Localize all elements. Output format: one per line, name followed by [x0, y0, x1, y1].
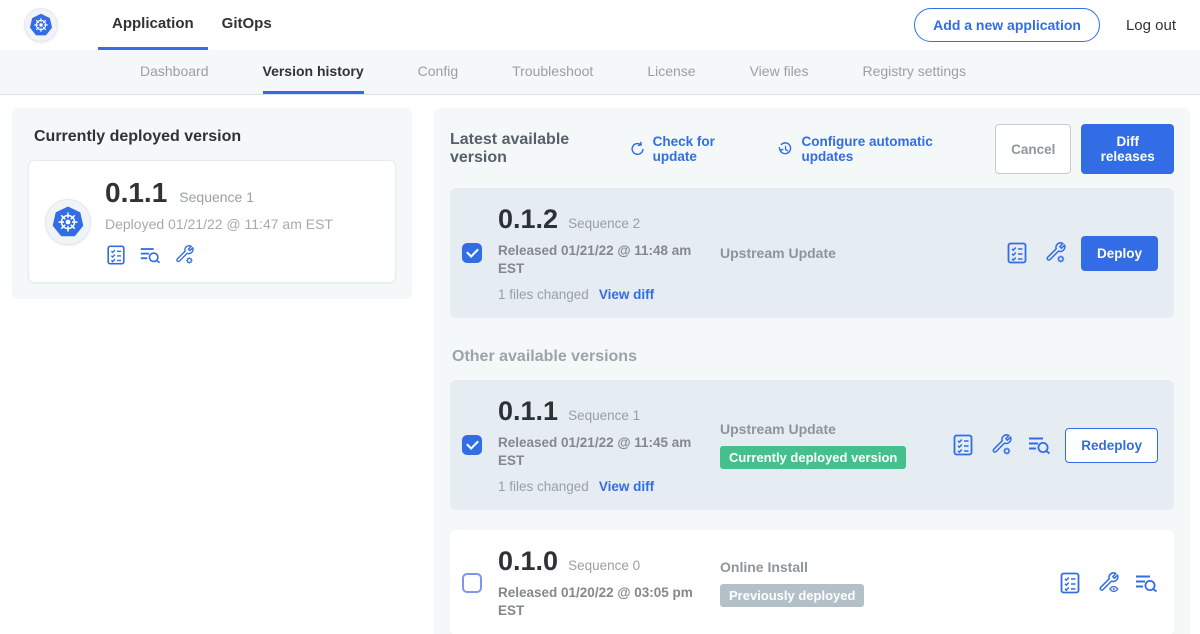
cancel-button[interactable]: Cancel: [995, 124, 1071, 174]
view-logs-icon[interactable]: [1027, 433, 1051, 457]
redeploy-button[interactable]: Redeploy: [1065, 428, 1158, 463]
logout-link[interactable]: Log out: [1126, 17, 1176, 34]
currently-deployed-badge: Currently deployed version: [720, 446, 906, 469]
subnav-item-dashboard[interactable]: Dashboard: [140, 50, 209, 94]
app-sub-nav: Dashboard Version history Config Trouble…: [0, 50, 1200, 95]
view-logs-icon[interactable]: [1134, 571, 1158, 595]
preflight-checklist-icon[interactable]: [105, 244, 127, 266]
other-available-versions-title: Other available versions: [452, 348, 1174, 366]
version-number: 0.1.2: [498, 204, 558, 235]
deployed-sequence: Sequence 1: [179, 189, 254, 205]
check-for-update-link[interactable]: Check for update: [629, 134, 752, 164]
preflight-checklist-icon[interactable]: [1005, 241, 1029, 265]
version-info: 0.1.1 Sequence 1 Released 01/21/22 @ 11:…: [498, 396, 710, 494]
previously-deployed-badge: Previously deployed: [720, 584, 864, 607]
version-released: Released 01/21/22 @ 11:48 am EST: [498, 242, 694, 277]
version-select-checkbox[interactable]: [462, 573, 482, 593]
primary-tabs: Application GitOps: [98, 0, 286, 50]
version-row-0-1-2: 0.1.2 Sequence 2 Released 01/21/22 @ 11:…: [450, 188, 1174, 318]
version-row-0-1-0: 0.1.0 Sequence 0 Released 01/20/22 @ 03:…: [450, 530, 1174, 634]
files-changed: 1 files changed: [498, 287, 589, 302]
deployed-version-body: 0.1.1 Sequence 1 Deployed 01/21/22 @ 11:…: [105, 177, 333, 266]
kubernetes-logo: [24, 8, 58, 42]
view-diff-link[interactable]: View diff: [599, 287, 654, 302]
nav-right: Add a new application Log out: [914, 0, 1176, 50]
latest-available-title: Latest available version: [450, 131, 613, 167]
subnav-item-config[interactable]: Config: [418, 50, 458, 94]
subnav-item-version-history[interactable]: Version history: [263, 50, 364, 94]
top-nav: Application GitOps Add a new application…: [0, 0, 1200, 50]
subnav-item-view-files[interactable]: View files: [750, 50, 809, 94]
currently-deployed-title: Currently deployed version: [34, 128, 390, 146]
subnav-item-registry-settings[interactable]: Registry settings: [862, 50, 965, 94]
deployed-timestamp: Deployed 01/21/22 @ 11:47 am EST: [105, 216, 333, 232]
edit-config-icon[interactable]: [989, 433, 1013, 457]
version-select-checkbox[interactable]: [462, 435, 482, 455]
available-versions-header: Latest available version Check for updat…: [450, 124, 1174, 174]
version-actions: [1058, 571, 1158, 595]
version-row-0-1-1: 0.1.1 Sequence 1 Released 01/21/22 @ 11:…: [450, 380, 1174, 510]
version-sequence: Sequence 0: [568, 558, 640, 573]
version-source: Online Install Previously deployed: [710, 559, 1058, 607]
version-sequence: Sequence 1: [568, 408, 640, 423]
check-for-update-label: Check for update: [653, 134, 752, 164]
version-actions: Redeploy: [951, 428, 1158, 463]
version-released: Released 01/20/22 @ 03:05 pm EST: [498, 584, 694, 619]
version-source: Upstream Update Currently deployed versi…: [710, 421, 951, 469]
configure-automatic-updates-label: Configure automatic updates: [801, 134, 969, 164]
configure-automatic-updates-link[interactable]: Configure automatic updates: [777, 134, 969, 164]
currently-deployed-panel: Currently deployed version 0.1.1 Sequenc…: [12, 108, 412, 299]
kubernetes-icon: [28, 12, 54, 38]
version-select-checkbox[interactable]: [462, 243, 482, 263]
deployed-version-card: 0.1.1 Sequence 1 Deployed 01/21/22 @ 11:…: [28, 160, 396, 283]
preflight-checklist-icon[interactable]: [1058, 571, 1082, 595]
version-actions: Deploy: [1005, 236, 1158, 271]
deployed-version-number: 0.1.1: [105, 177, 167, 209]
files-changed: 1 files changed: [498, 479, 589, 494]
tab-gitops-label: GitOps: [222, 15, 272, 32]
subnav-item-license[interactable]: License: [647, 50, 695, 94]
deployed-actions: [105, 244, 333, 266]
version-info: 0.1.2 Sequence 2 Released 01/21/22 @ 11:…: [498, 204, 710, 302]
subnav-item-troubleshoot[interactable]: Troubleshoot: [512, 50, 593, 94]
view-diff-link[interactable]: View diff: [599, 479, 654, 494]
diff-releases-button[interactable]: Diff releases: [1081, 124, 1174, 174]
main-content: Currently deployed version 0.1.1 Sequenc…: [0, 95, 1200, 634]
source-label: Upstream Update: [720, 245, 1005, 261]
clock-refresh-icon: [777, 140, 794, 159]
deploy-button[interactable]: Deploy: [1081, 236, 1158, 271]
add-application-button[interactable]: Add a new application: [914, 8, 1100, 42]
tab-application[interactable]: Application: [98, 0, 208, 50]
version-number: 0.1.1: [498, 396, 558, 427]
tab-gitops[interactable]: GitOps: [208, 0, 286, 50]
diff-actions: Cancel Diff releases: [995, 124, 1174, 174]
view-config-icon[interactable]: [1096, 571, 1120, 595]
version-source: Upstream Update: [710, 245, 1005, 261]
edit-config-icon[interactable]: [173, 244, 195, 266]
version-released: Released 01/21/22 @ 11:45 am EST: [498, 434, 694, 469]
kubernetes-icon: [50, 204, 86, 240]
preflight-checklist-icon[interactable]: [951, 433, 975, 457]
available-versions-panel: Latest available version Check for updat…: [434, 108, 1190, 634]
source-label: Upstream Update: [720, 421, 951, 437]
version-info: 0.1.0 Sequence 0 Released 01/20/22 @ 03:…: [498, 546, 710, 619]
view-logs-icon[interactable]: [139, 244, 161, 266]
version-sequence: Sequence 2: [568, 216, 640, 231]
version-number: 0.1.0: [498, 546, 558, 577]
refresh-icon: [629, 140, 646, 159]
source-label: Online Install: [720, 559, 1058, 575]
app-icon-badge: [45, 199, 91, 245]
edit-config-icon[interactable]: [1043, 241, 1067, 265]
tab-application-label: Application: [112, 15, 194, 32]
